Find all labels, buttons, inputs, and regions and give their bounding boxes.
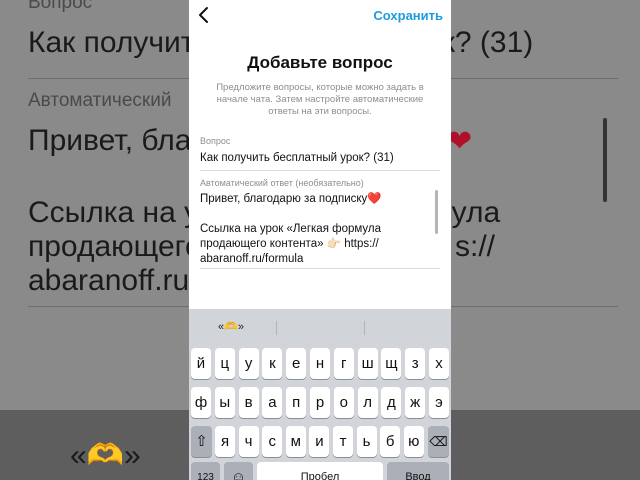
key-ы[interactable]: ы <box>214 387 235 418</box>
key-л[interactable]: л <box>357 387 378 418</box>
answer-line-4: abaranoff.ru/formula <box>200 253 304 265</box>
answer-line-3: продающего контента» 👉🏻 https:// <box>200 238 379 250</box>
suggestion-item[interactable]: «🫶» <box>218 320 244 333</box>
key-р[interactable]: р <box>310 387 330 418</box>
key-ц[interactable]: ц <box>214 348 235 379</box>
answer-line-1: Привет, благодарю за подписку❤️ <box>200 193 382 205</box>
numbers-key[interactable]: 123 <box>191 462 220 480</box>
question-input[interactable]: Как получить бесплатный урок? (31) <box>200 151 394 166</box>
bg-reply-tail: s:// <box>455 230 496 263</box>
page-description: Предложите вопросы, которые можно задать… <box>216 82 424 117</box>
return-key[interactable]: Ввод <box>387 462 449 480</box>
answer-scrollbar[interactable] <box>435 190 438 234</box>
key-ж[interactable]: ж <box>405 387 426 418</box>
key-б[interactable]: б <box>380 426 401 457</box>
space-key[interactable]: Пробел <box>257 462 383 480</box>
keyboard: «🫶» йцукенгшщзх фывапролджэ ячсмитьбю ⇧ … <box>189 309 451 480</box>
key-к[interactable]: к <box>262 348 283 379</box>
key-я[interactable]: я <box>215 426 235 457</box>
key-г[interactable]: г <box>333 348 354 379</box>
suggestion-separator <box>276 321 277 335</box>
key-и[interactable]: и <box>309 426 330 457</box>
bg-scroll-indicator <box>603 118 607 202</box>
question-divider <box>200 170 440 171</box>
backspace-key[interactable]: ⌫ <box>428 426 449 457</box>
answer-blank-line <box>200 207 432 222</box>
key-з[interactable]: з <box>405 348 426 379</box>
key-ч[interactable]: ч <box>238 426 259 457</box>
bg-question-label: Вопрос <box>28 0 93 13</box>
key-х[interactable]: х <box>429 348 449 379</box>
key-п[interactable]: п <box>286 387 307 418</box>
question-label: Вопрос <box>200 136 231 146</box>
key-в[interactable]: в <box>238 387 259 418</box>
bg-reply-line4: abaranoff.ru/f <box>28 264 206 297</box>
nav-bar: Сохранить <box>189 0 451 32</box>
key-д[interactable]: д <box>381 387 402 418</box>
key-а[interactable]: а <box>262 387 283 418</box>
key-й[interactable]: й <box>191 348 211 379</box>
key-о[interactable]: о <box>333 387 354 418</box>
suggestion-separator <box>364 321 365 335</box>
key-ф[interactable]: ф <box>191 387 211 418</box>
key-ь[interactable]: ь <box>356 426 377 457</box>
shift-key[interactable]: ⇧ <box>191 426 212 457</box>
key-ю[interactable]: ю <box>403 426 424 457</box>
key-ш[interactable]: ш <box>357 348 378 379</box>
bg-reply-line3: продающего <box>28 230 202 263</box>
phone-screen: Сохранить Добавьте вопрос Предложите воп… <box>189 0 451 480</box>
key-е[interactable]: е <box>286 348 307 379</box>
answer-line-2: Ссылка на урок «Легкая формула <box>200 223 382 235</box>
key-н[interactable]: н <box>310 348 330 379</box>
page-title: Добавьте вопрос <box>247 53 393 72</box>
key-у[interactable]: у <box>238 348 259 379</box>
suggestion-bar: «🫶» <box>189 309 451 346</box>
answer-label: Автоматический ответ (необязательно) <box>200 178 364 188</box>
emoji-key-icon[interactable]: ☺ <box>224 462 253 480</box>
key-с[interactable]: с <box>262 426 283 457</box>
key-т[interactable]: т <box>333 426 353 457</box>
answer-divider <box>200 268 440 269</box>
bg-suggestion: «🫶» <box>70 439 141 472</box>
back-arrow-icon[interactable] <box>194 5 214 25</box>
key-э[interactable]: э <box>429 387 449 418</box>
key-м[interactable]: м <box>285 426 306 457</box>
bg-auto-label: Автоматический <box>28 90 172 111</box>
answer-textarea[interactable]: Привет, благодарю за подписку❤️ Ссылка н… <box>200 192 432 267</box>
key-щ[interactable]: щ <box>381 348 402 379</box>
save-button[interactable]: Сохранить <box>373 8 443 23</box>
